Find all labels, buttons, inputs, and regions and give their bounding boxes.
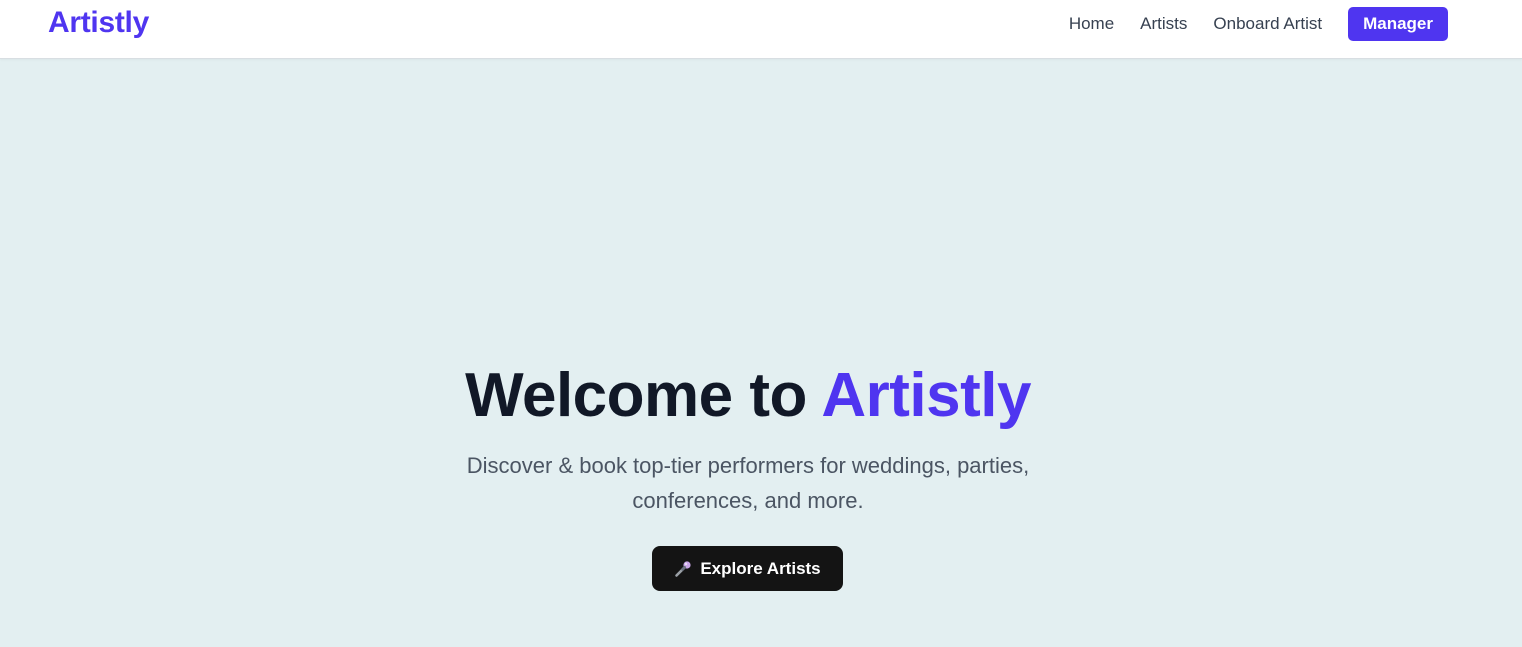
nav-link-onboard-artist[interactable]: Onboard Artist bbox=[1213, 7, 1322, 41]
hero-subtitle: Discover & book top-tier performers for … bbox=[0, 448, 1496, 518]
hero-section: Welcome to Artistly Discover & book top-… bbox=[0, 60, 1522, 647]
microphone-icon bbox=[674, 560, 692, 578]
nav-link-home[interactable]: Home bbox=[1069, 7, 1114, 41]
nav-link-artists[interactable]: Artists bbox=[1140, 7, 1187, 41]
explore-artists-label: Explore Artists bbox=[700, 558, 821, 578]
hero-subtitle-line-1: Discover & book top-tier performers for … bbox=[466, 453, 1030, 478]
hero-title-accent: Artistly bbox=[821, 361, 1031, 430]
explore-artists-button[interactable]: Explore Artists bbox=[652, 546, 843, 591]
hero-title-prefix: Welcome to bbox=[465, 361, 822, 430]
top-navbar: Artistly Home Artists Onboard Artist Man… bbox=[0, 0, 1522, 59]
brand-logo-link[interactable]: Artistly bbox=[48, 6, 149, 40]
nav-links: Home Artists Onboard Artist Manager bbox=[1069, 7, 1448, 41]
manager-button[interactable]: Manager bbox=[1348, 7, 1448, 41]
hero-subtitle-line-2: conferences, and more. bbox=[632, 488, 864, 513]
hero-title: Welcome to Artistly bbox=[0, 360, 1496, 432]
